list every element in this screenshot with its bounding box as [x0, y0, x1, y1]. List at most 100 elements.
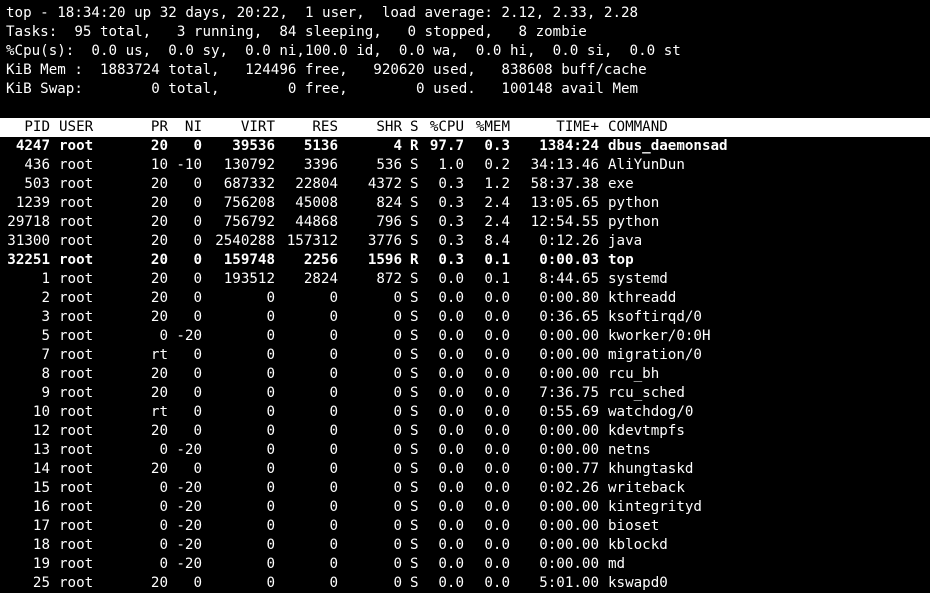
process-state: S [410, 271, 419, 287]
summary-tasks-line: Tasks: 95 total, 3 running, 84 sleeping,… [6, 24, 587, 40]
process-command: top [608, 252, 634, 268]
process-cpu: 0.0 [438, 575, 464, 591]
process-state: S [410, 480, 419, 496]
process-state: S [410, 518, 419, 534]
process-shr: 0 [393, 442, 402, 458]
process-user: root [59, 366, 94, 382]
process-time: 0:00.00 [539, 423, 599, 439]
col-header-ni: NI [184, 119, 202, 135]
process-user: root [59, 290, 94, 306]
process-cpu: 0.0 [438, 537, 464, 553]
process-time: 58:37.38 [530, 176, 599, 192]
process-time: 0:36.65 [539, 309, 599, 325]
process-command: python [608, 195, 660, 211]
process-ni: 0 [193, 404, 202, 420]
process-pid: 12 [32, 423, 50, 439]
process-pr: 20 [150, 252, 168, 268]
col-header-res: RES [312, 119, 338, 135]
process-mem: 0.0 [484, 328, 510, 344]
process-row: 2 root 20 0 0 0 0 S 0.0 0.0 0:00.80 kthreadd [0, 289, 930, 308]
process-pr: 20 [150, 176, 168, 192]
process-user: root [59, 461, 94, 477]
process-ni: -10 [176, 157, 202, 173]
process-row: 14 root 20 0 0 0 0 S 0.0 0.0 0:00.77 khungtaskd [0, 460, 930, 479]
process-command: writeback [608, 480, 685, 496]
process-virt: 687332 [223, 176, 275, 192]
process-row: 16 root 0 -20 0 0 0 S 0.0 0.0 0:00.00 kintegrityd [0, 498, 930, 517]
col-header-pid: PID [24, 119, 50, 135]
process-virt: 159748 [223, 252, 275, 268]
process-ni: -20 [176, 442, 202, 458]
process-mem: 0.0 [484, 480, 510, 496]
process-ni: 0 [193, 309, 202, 325]
process-virt: 0 [266, 328, 275, 344]
process-ni: 0 [193, 366, 202, 382]
process-pr: 20 [150, 309, 168, 325]
process-pid: 1239 [15, 195, 50, 211]
process-pid: 16 [32, 499, 50, 515]
process-state: S [410, 537, 419, 553]
process-mem: 2.4 [484, 214, 510, 230]
process-time: 7:36.75 [539, 385, 599, 401]
terminal-window[interactable]: top - 18:34:20 up 32 days, 20:22, 1 user… [0, 0, 930, 591]
process-row: 12 root 20 0 0 0 0 S 0.0 0.0 0:00.00 kdevtmpfs [0, 422, 930, 441]
process-shr: 4 [393, 138, 402, 154]
process-virt: 0 [266, 385, 275, 401]
process-state: S [410, 423, 419, 439]
process-res: 0 [329, 366, 338, 382]
process-state: S [410, 195, 419, 211]
process-virt: 0 [266, 366, 275, 382]
process-mem: 0.0 [484, 385, 510, 401]
process-res: 2824 [303, 271, 338, 287]
process-pr: 20 [150, 461, 168, 477]
process-ni: 0 [193, 423, 202, 439]
process-command: bioset [608, 518, 660, 534]
process-pid: 15 [32, 480, 50, 496]
process-shr: 0 [393, 537, 402, 553]
process-mem: 0.1 [484, 252, 510, 268]
process-virt: 39536 [232, 138, 275, 154]
process-shr: 0 [393, 328, 402, 344]
process-pr: 0 [159, 537, 168, 553]
process-virt: 0 [266, 575, 275, 591]
process-virt: 0 [266, 347, 275, 363]
process-row: 13 root 0 -20 0 0 0 S 0.0 0.0 0:00.00 netns [0, 441, 930, 460]
process-cpu: 0.0 [438, 271, 464, 287]
process-res: 0 [329, 480, 338, 496]
process-shr: 0 [393, 499, 402, 515]
process-user: root [59, 138, 94, 154]
process-res: 0 [329, 290, 338, 306]
process-res: 0 [329, 556, 338, 572]
process-row: 1 root 20 0 193512 2824 872 S 0.0 0.1 8:44.65 syste… [0, 270, 930, 289]
process-pr: 20 [150, 138, 168, 154]
process-cpu: 0.0 [438, 366, 464, 382]
process-virt: 0 [266, 499, 275, 515]
process-state: S [410, 233, 419, 249]
col-header-pr: PR [150, 119, 168, 135]
process-mem: 0.2 [484, 157, 510, 173]
process-user: root [59, 575, 94, 591]
process-pid: 19 [32, 556, 50, 572]
process-user: root [59, 195, 94, 211]
process-cpu: 0.0 [438, 480, 464, 496]
process-mem: 0.0 [484, 423, 510, 439]
process-table-header: PID USER PR NI VIRT RES SHR S %CPU %MEM … [0, 118, 930, 137]
col-header-shr: SHR [376, 119, 402, 135]
process-res: 3396 [303, 157, 338, 173]
process-virt: 0 [266, 442, 275, 458]
process-pid: 32251 [7, 252, 50, 268]
process-cpu: 0.0 [438, 423, 464, 439]
process-mem: 0.0 [484, 556, 510, 572]
process-pr: 20 [150, 423, 168, 439]
process-time: 0:00.00 [539, 366, 599, 382]
process-mem: 0.0 [484, 575, 510, 591]
process-ni: -20 [176, 518, 202, 534]
process-state: S [410, 575, 419, 591]
process-row: 8 root 20 0 0 0 0 S 0.0 0.0 0:00.00 rcu_bh [0, 365, 930, 384]
process-pr: 20 [150, 233, 168, 249]
process-user: root [59, 537, 94, 553]
process-cpu: 0.3 [438, 252, 464, 268]
process-state: R [410, 252, 419, 268]
process-virt: 756208 [223, 195, 275, 211]
process-command: khungtaskd [608, 461, 694, 477]
